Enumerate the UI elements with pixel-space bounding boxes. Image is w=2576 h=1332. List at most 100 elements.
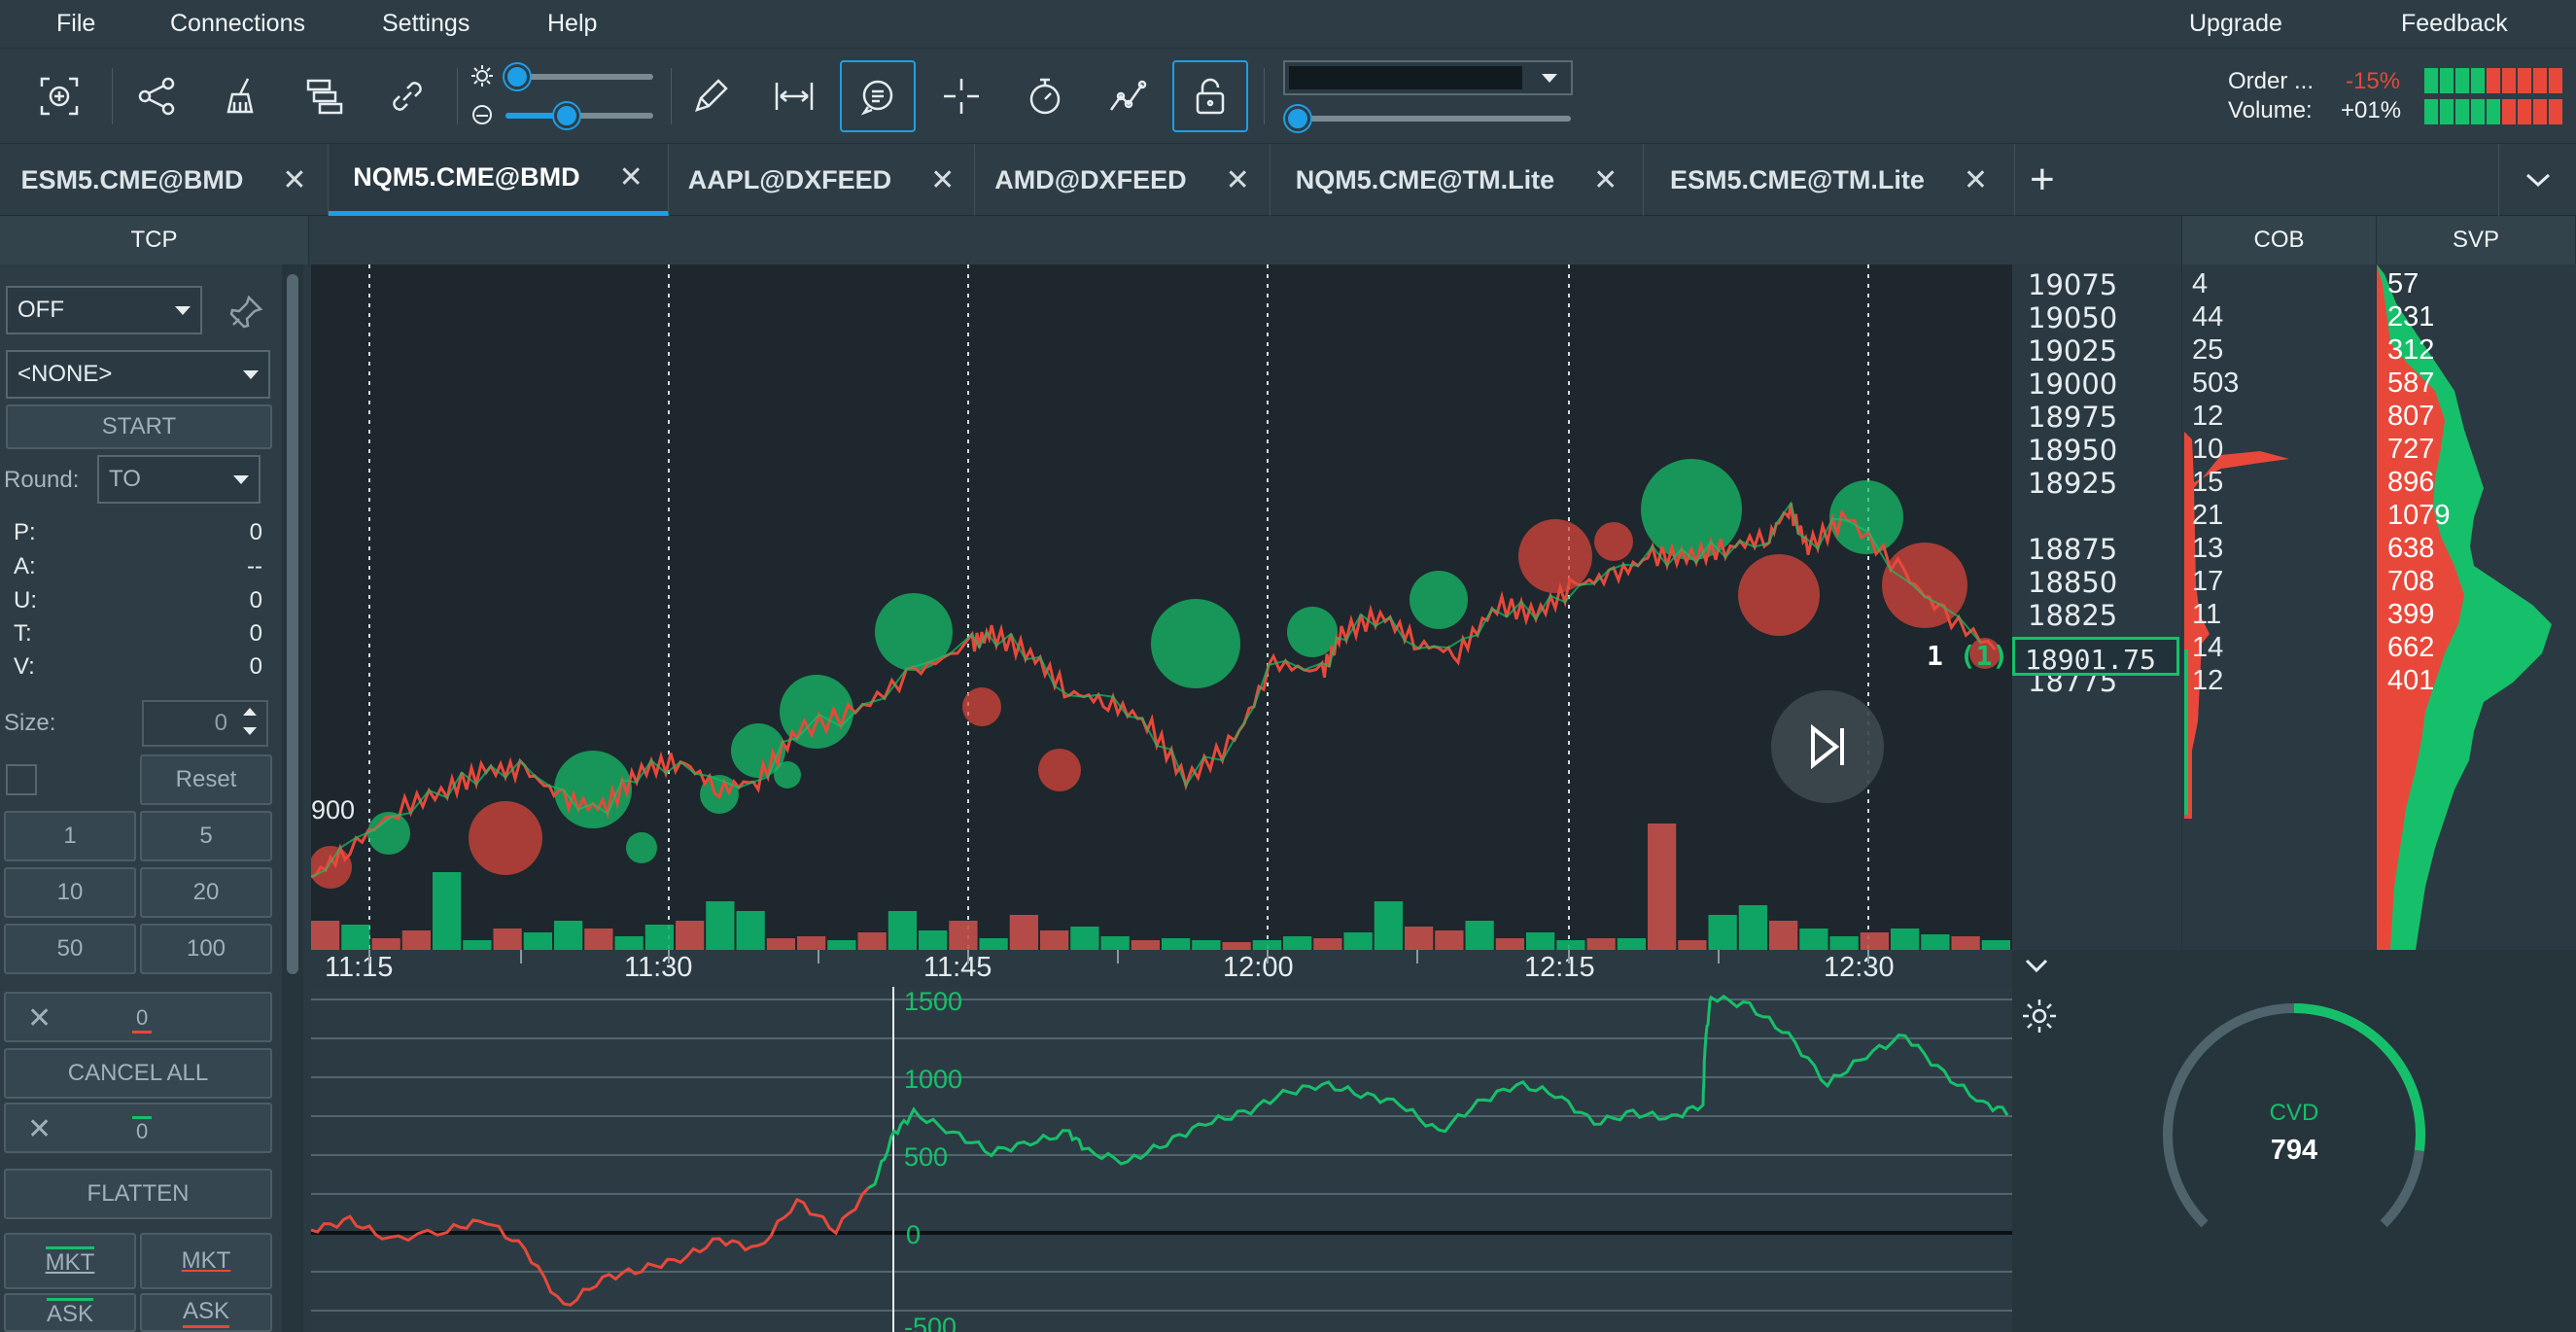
volume-bar: [523, 932, 552, 950]
volume-bar: [371, 938, 400, 950]
close-icon[interactable]: ✕: [1226, 163, 1250, 197]
broom-icon[interactable]: [202, 60, 278, 132]
menu-help[interactable]: Help: [547, 10, 597, 38]
quick-size-10[interactable]: 10: [4, 867, 136, 918]
tcp-scrollbar[interactable]: [282, 264, 303, 1332]
measure-icon[interactable]: [756, 60, 832, 132]
tcp-mode-select[interactable]: OFF: [6, 286, 202, 334]
mkt-buy-button[interactable]: MKT: [4, 1233, 136, 1289]
scrollbar-thumb[interactable]: [287, 274, 298, 974]
quick-size-50[interactable]: 50: [4, 924, 136, 974]
ladder-price[interactable]: 19075: [2028, 268, 2117, 301]
tcp-strategy-select[interactable]: <NONE>: [6, 350, 270, 399]
close-icon[interactable]: ✕: [27, 1001, 52, 1035]
volume-bar: [1921, 934, 1950, 950]
ladder-price[interactable]: 18875: [2028, 533, 2117, 566]
instrument-dropdown[interactable]: [1283, 60, 1573, 95]
size-value: 0: [214, 710, 227, 736]
price-chart-canvas[interactable]: [311, 264, 2012, 950]
brightness-slider-knob[interactable]: [505, 64, 530, 89]
cancel-buy-row[interactable]: ✕ 0: [4, 1103, 272, 1153]
ladder-price[interactable]: 19025: [2028, 334, 2117, 368]
menu-connections[interactable]: Connections: [170, 10, 305, 38]
cancel-sell-row[interactable]: ✕ 0: [4, 992, 272, 1042]
tab-amd-dxfeed[interactable]: AMD@DXFEED ✕: [975, 144, 1271, 216]
close-icon[interactable]: ✕: [1593, 163, 1618, 197]
ladder-price[interactable]: 18850: [2028, 566, 2117, 599]
stat-p-label: P:: [14, 519, 36, 545]
close-icon[interactable]: ✕: [930, 163, 955, 197]
price-chart[interactable]: 900 1 (1): [311, 264, 2012, 950]
pencil-icon[interactable]: [673, 60, 748, 132]
ask-buy-button[interactable]: ASK: [4, 1293, 136, 1332]
share-icon[interactable]: [119, 60, 194, 132]
cancel-all-button[interactable]: CANCEL ALL: [4, 1048, 272, 1099]
unlock-icon[interactable]: [1172, 60, 1248, 132]
quick-size-5[interactable]: 5: [140, 811, 272, 861]
stopwatch-icon[interactable]: [1007, 60, 1083, 132]
layers-icon[interactable]: [286, 60, 362, 132]
left-price-label: 900: [311, 795, 356, 824]
cvd-indicator-panel[interactable]: 1500 1000 500 0 -500: [311, 987, 2012, 1332]
add-tab-icon[interactable]: +: [2030, 156, 2055, 204]
menu-feedback[interactable]: Feedback: [2401, 10, 2508, 38]
reset-button[interactable]: Reset: [140, 754, 272, 805]
quick-size-20[interactable]: 20: [140, 867, 272, 918]
stepper-up-icon[interactable]: [243, 708, 257, 716]
volume-bar: [1495, 938, 1524, 950]
tab-aapl-dxfeed[interactable]: AAPL@DXFEED ✕: [669, 144, 975, 216]
jump-to-latest-button[interactable]: [1771, 690, 1884, 803]
cvd-chart-canvas[interactable]: [311, 987, 2012, 1332]
menu-file[interactable]: File: [56, 10, 95, 38]
speed-slider[interactable]: [1285, 116, 1571, 122]
volume-bar: [614, 936, 644, 950]
stepper-down-icon[interactable]: [243, 727, 257, 735]
ladder-price[interactable]: 19050: [2028, 301, 2117, 334]
ladder-price[interactable]: 18825: [2028, 599, 2117, 632]
link-icon[interactable]: [369, 60, 445, 132]
flatten-button[interactable]: FLATTEN: [4, 1169, 272, 1219]
pin-icon[interactable]: [227, 294, 264, 335]
zoom-icon[interactable]: [21, 60, 97, 132]
quick-size-1[interactable]: 1: [4, 811, 136, 861]
ladder-price[interactable]: 18975: [2028, 401, 2117, 434]
menu-upgrade[interactable]: Upgrade: [2189, 10, 2282, 38]
quick-size-100[interactable]: 100: [140, 924, 272, 974]
close-icon[interactable]: ✕: [619, 160, 644, 194]
speed-slider-knob[interactable]: [1285, 106, 1310, 131]
tab-nqm5-bmd[interactable]: NQM5.CME@BMD ✕: [329, 144, 669, 216]
volume-bar: [1100, 936, 1130, 950]
crosshair-icon[interactable]: [923, 60, 999, 132]
mkt-buy-label: MKT: [45, 1245, 95, 1277]
contrast-slider-knob[interactable]: [554, 103, 579, 128]
imbalance-meter: [2424, 68, 2562, 124]
ladder-price[interactable]: 18925: [2028, 467, 2117, 500]
mkt-sell-button[interactable]: MKT: [140, 1233, 272, 1289]
collapse-chevron-icon[interactable]: [2022, 956, 2051, 980]
close-icon[interactable]: ✕: [1964, 163, 1988, 197]
ladder-price[interactable]: 18950: [2028, 434, 2117, 467]
chat-bubble-icon[interactable]: [840, 60, 916, 132]
tab-esm5-tmlite[interactable]: ESM5.CME@TM.Lite ✕: [1644, 144, 2015, 216]
close-icon[interactable]: ✕: [27, 1112, 52, 1146]
gear-icon[interactable]: [2020, 997, 2059, 1040]
clock-small-icon: [470, 103, 494, 131]
cob-value: 4: [2192, 268, 2209, 299]
svp-value: 587: [2387, 368, 2435, 399]
close-icon[interactable]: ✕: [282, 163, 306, 197]
ladder-price[interactable]: 19000: [2028, 368, 2117, 401]
tabs-overflow-button[interactable]: [2498, 144, 2576, 216]
ask-sell-label: ASK: [182, 1298, 230, 1328]
sell-volume-bubble: [1038, 749, 1081, 791]
mkt-sell-label: MKT: [181, 1247, 231, 1274]
menu-settings[interactable]: Settings: [382, 10, 470, 38]
tab-nqm5-tmlite[interactable]: NQM5.CME@TM.Lite ✕: [1271, 144, 1644, 216]
start-button[interactable]: START: [6, 404, 272, 449]
checkbox[interactable]: [6, 764, 37, 795]
size-stepper[interactable]: 0: [142, 700, 268, 747]
tab-esm5-bmd[interactable]: ESM5.CME@BMD ✕: [0, 144, 329, 216]
cob-value: 10: [2192, 434, 2224, 465]
ask-sell-button[interactable]: ASK: [140, 1293, 272, 1332]
round-select[interactable]: TO: [97, 455, 261, 504]
line-drawing-icon[interactable]: [1091, 60, 1166, 132]
